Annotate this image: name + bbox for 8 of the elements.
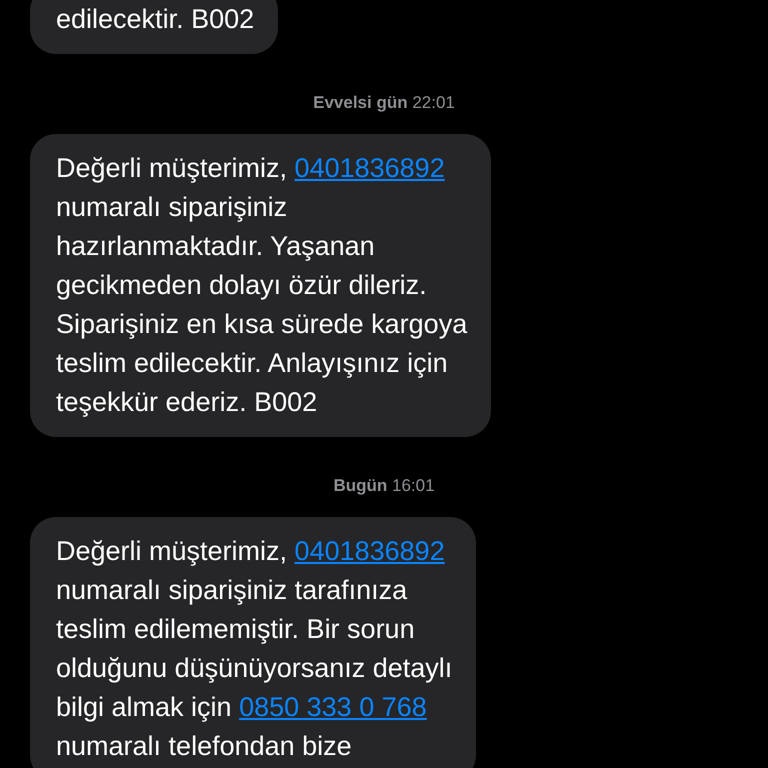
phone-link[interactable]: 0850 333 0 768 — [239, 692, 427, 722]
message-timestamp: Bugün 16:01 — [333, 476, 435, 496]
phone-link[interactable]: 0401836892 — [294, 153, 445, 183]
message-timestamp: Evvelsi gün 22:01 — [313, 93, 455, 113]
phone-link[interactable]: 0401836892 — [294, 536, 445, 566]
message-bubble: Değerli müşterimiz, 0401836892 numaralı siparişiniz tarafınıza teslim edilememiştir. Bir sorun olduğunu düşünüyorsanız detaylı bilgi almak için 0850 333 0 768 numaralı telefondan bize — [30, 517, 476, 768]
message-bubble: Değerli müşterimiz, 0401836892 numaralı siparişiniz hazırlanmaktadır. Yaşanan gecikmeden dolayı özür dileriz. Siparişiniz en kısa sürede kargoya teslim edilecektir. Anlayışınız için teşekkür ederiz. B002 — [30, 134, 492, 437]
message-bubble: edilecektir. B002 — [30, 0, 278, 54]
